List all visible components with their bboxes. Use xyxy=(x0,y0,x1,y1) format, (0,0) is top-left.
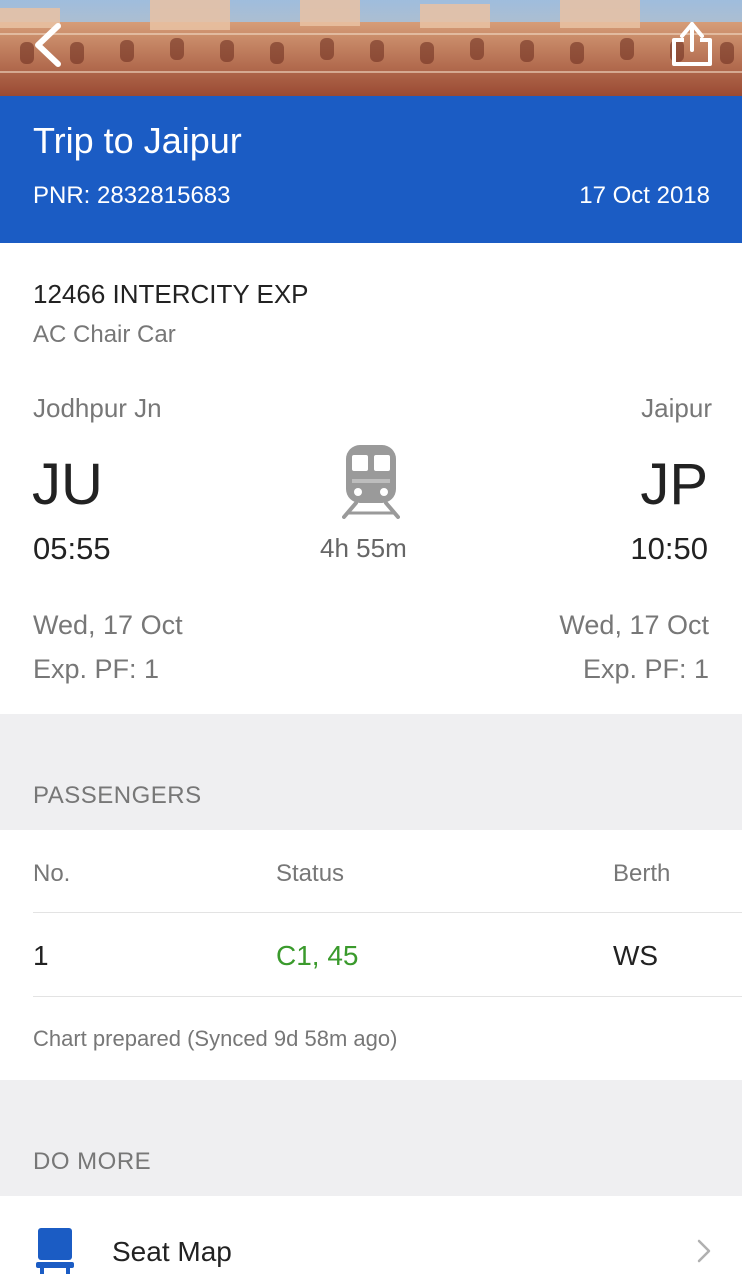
share-icon[interactable] xyxy=(668,18,716,70)
column-header-berth: Berth xyxy=(613,860,671,887)
train-icon xyxy=(342,445,400,519)
seat-icon xyxy=(36,1228,74,1274)
arrival-time: 10:50 xyxy=(630,531,708,566)
do-more-label: DO MORE xyxy=(33,1148,152,1175)
header-photo xyxy=(0,0,742,96)
passengers-label: PASSENGERS xyxy=(33,782,202,809)
destination-code: JP xyxy=(640,452,708,517)
arrival-date: Wed, 17 Oct xyxy=(559,610,709,640)
hawa-mahal-image xyxy=(0,0,742,96)
table-divider xyxy=(33,912,742,913)
chart-status-note: Chart prepared (Synced 9d 58m ago) xyxy=(33,1026,398,1051)
chevron-left-icon[interactable] xyxy=(26,20,70,70)
journey-duration: 4h 55m xyxy=(320,533,407,563)
departure-platform: Exp. PF: 1 xyxy=(33,654,160,684)
origin-code: JU xyxy=(32,452,103,517)
table-divider xyxy=(33,996,742,997)
passenger-status: C1, 45 xyxy=(276,940,359,971)
column-header-status: Status xyxy=(276,860,345,887)
arrival-platform: Exp. PF: 1 xyxy=(582,654,709,684)
trip-date: 17 Oct 2018 xyxy=(579,182,710,209)
train-card: 12466 INTERCITY EXP AC Chair Car Jodhpur… xyxy=(0,243,742,714)
trip-banner: Trip to Jaipur PNR: 2832815683 17 Oct 20… xyxy=(0,96,742,243)
seat-map-label: Seat Map xyxy=(112,1236,232,1267)
do-more-section-header: DO MORE xyxy=(0,1080,742,1196)
passengers-section-header: PASSENGERS xyxy=(0,714,742,830)
pnr-number: PNR: 2832815683 xyxy=(33,182,231,209)
departure-time: 05:55 xyxy=(33,531,111,566)
origin-station: Jodhpur Jn xyxy=(33,393,162,423)
passenger-number: 1 xyxy=(33,940,49,971)
passengers-table: No. Status Berth 1 C1, 45 WS Chart prepa… xyxy=(0,830,742,1080)
chevron-right-icon xyxy=(697,1239,711,1263)
seat-map-row[interactable]: Seat Map xyxy=(0,1196,742,1280)
destination-station: Jaipur xyxy=(641,393,712,423)
passenger-berth: WS xyxy=(613,940,659,971)
train-class: AC Chair Car xyxy=(33,321,176,348)
departure-date: Wed, 17 Oct xyxy=(33,610,183,640)
column-header-no: No. xyxy=(33,860,71,887)
trip-title: Trip to Jaipur xyxy=(33,120,242,161)
train-name: 12466 INTERCITY EXP xyxy=(33,279,309,309)
